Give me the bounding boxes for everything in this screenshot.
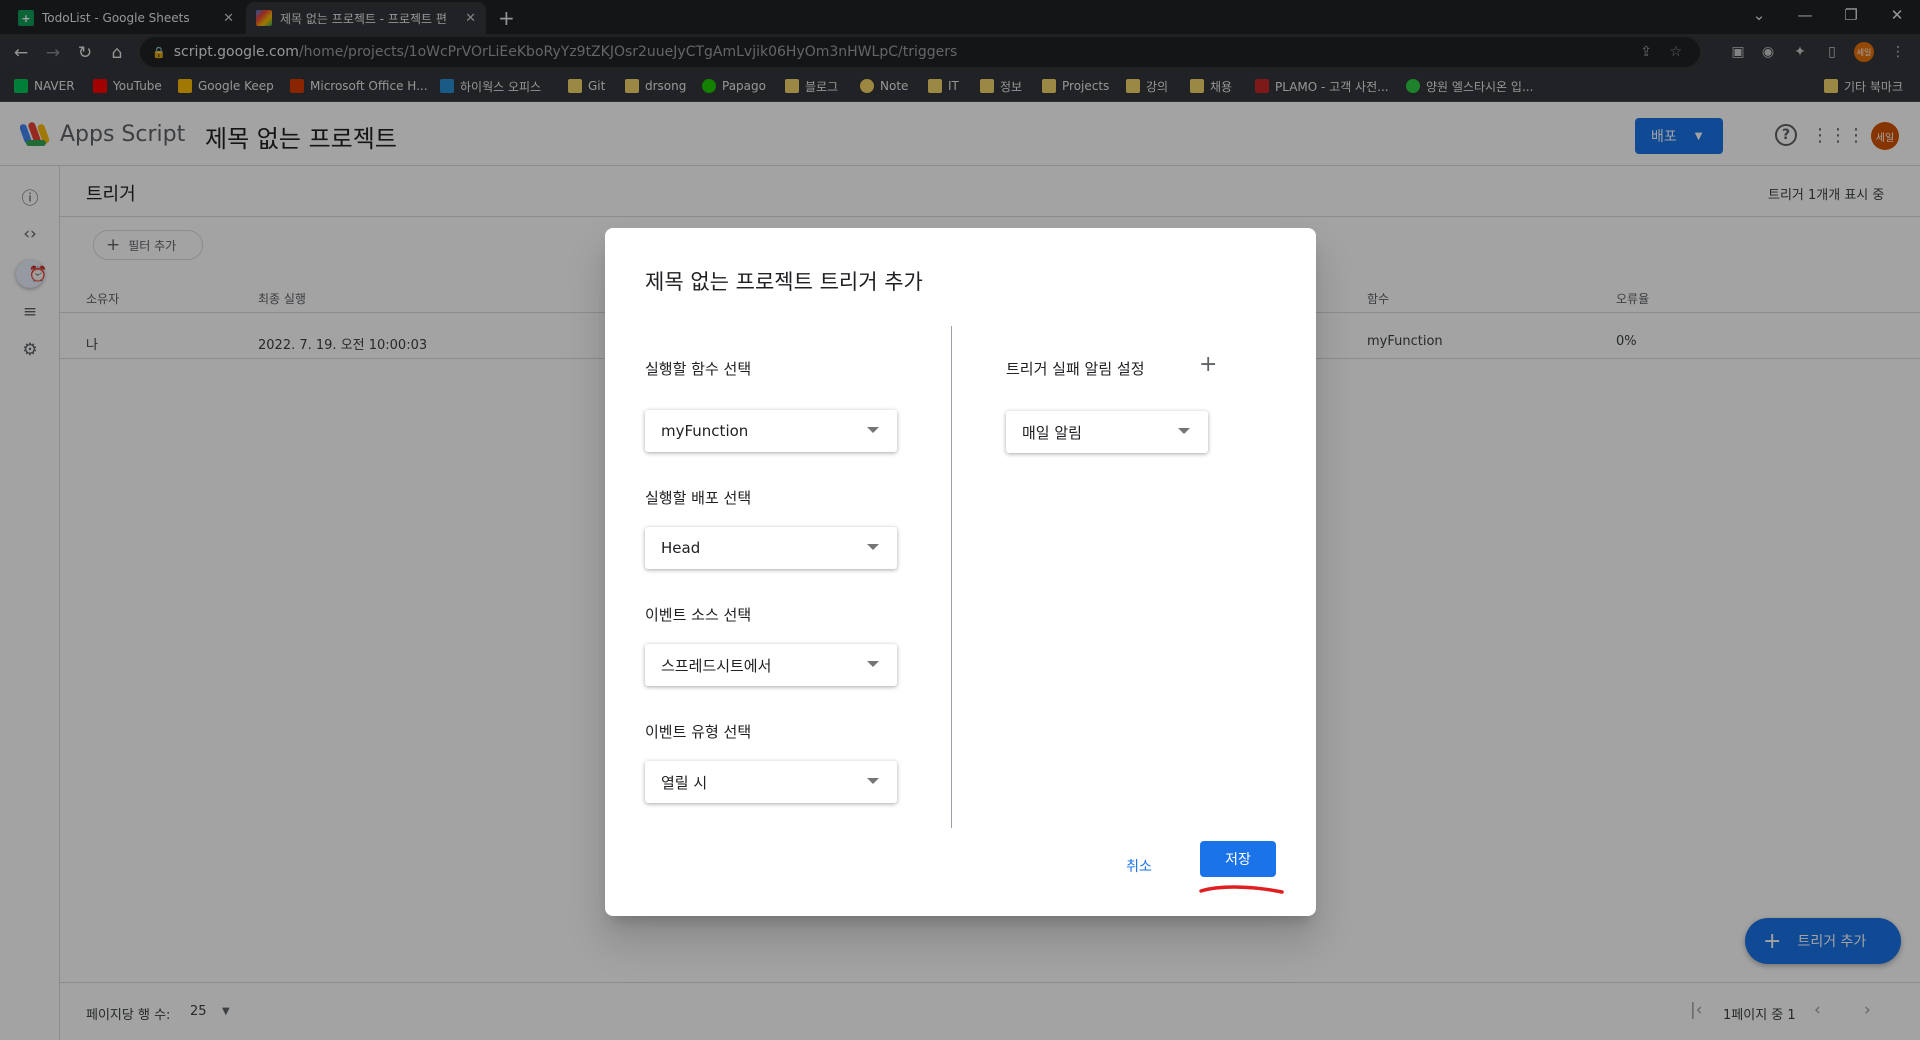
function-select-value: myFunction	[661, 422, 749, 440]
function-select[interactable]: myFunction	[645, 410, 897, 452]
event-type-label: 이벤트 유형 선택	[645, 723, 752, 741]
event-type-value: 열릴 시	[661, 773, 708, 792]
red-underline-annotation	[1199, 885, 1284, 894]
dropdown-arrow-icon	[867, 778, 879, 784]
event-source-label: 이벤트 소스 선택	[645, 606, 752, 624]
event-source-value: 스프레드시트에서	[661, 656, 772, 675]
deployment-select-label: 실행할 배포 선택	[645, 489, 752, 507]
dialog-title: 제목 없는 프로젝트 트리거 추가	[645, 270, 923, 294]
save-button[interactable]: 저장	[1200, 841, 1276, 877]
column-divider	[951, 326, 952, 828]
event-type-select[interactable]: 열릴 시	[645, 761, 897, 803]
failure-notification-label: 트리거 실패 알림 설정	[1006, 360, 1145, 378]
failure-notification-value: 매일 알림	[1022, 423, 1082, 442]
function-select-label: 실행할 함수 선택	[645, 360, 752, 378]
add-trigger-dialog: 제목 없는 프로젝트 트리거 추가 실행할 함수 선택 myFunction 실…	[605, 228, 1316, 916]
dropdown-arrow-icon	[1178, 428, 1190, 434]
deployment-select[interactable]: Head	[645, 527, 897, 569]
event-source-select[interactable]: 스프레드시트에서	[645, 644, 897, 686]
failure-notification-select[interactable]: 매일 알림	[1006, 411, 1208, 453]
deployment-select-value: Head	[661, 539, 701, 557]
cancel-button[interactable]: 취소	[1110, 848, 1168, 884]
dropdown-arrow-icon	[867, 427, 879, 433]
add-notification-plus-icon[interactable]: +	[1199, 352, 1217, 377]
dropdown-arrow-icon	[867, 544, 879, 550]
dropdown-arrow-icon	[867, 661, 879, 667]
